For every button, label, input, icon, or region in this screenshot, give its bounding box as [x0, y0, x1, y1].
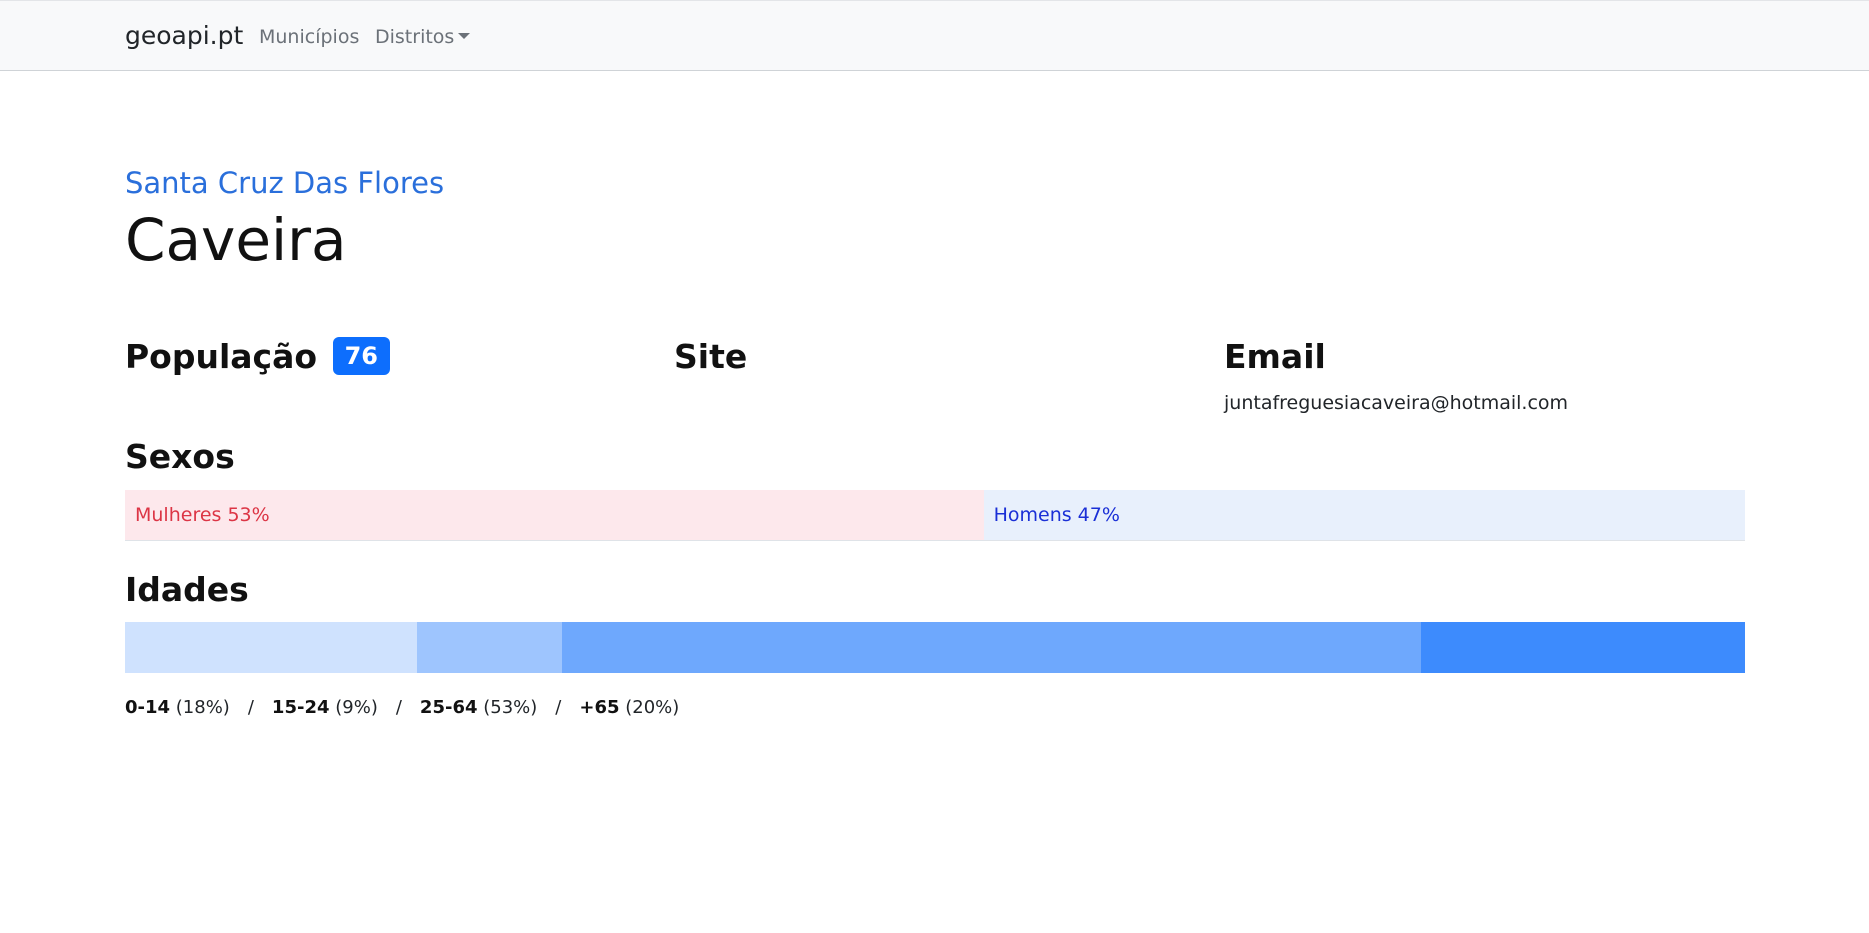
nav-municipios-link[interactable]: Municípios	[259, 26, 359, 49]
sexos-homens-segment: Homens 47%	[983, 490, 1745, 540]
idades-legend: 0-14 (18%) / 15-24 (9%) / 25-64 (53%) / +65 (2…	[125, 697, 679, 718]
legend-separator: /	[555, 697, 562, 718]
sexos-mulheres-label: Mulheres 53%	[135, 504, 270, 526]
legend-range-65-plus: +65	[579, 697, 620, 718]
email-heading: Email	[1224, 337, 1326, 376]
populacao-label: População	[125, 337, 318, 376]
brand-link[interactable]: geoapi.pt	[125, 21, 243, 51]
populacao-heading: População 76	[125, 336, 390, 378]
email-value[interactable]: juntafreguesiacaveira@hotmail.com	[1224, 392, 1568, 414]
idades-segment-15-24	[416, 622, 563, 673]
site-heading: Site	[674, 337, 748, 376]
nav-distritos-label: Distritos	[375, 26, 455, 48]
legend-pct-25-64: (53%)	[483, 697, 538, 718]
sexos-mulheres-segment: Mulheres 53%	[125, 490, 984, 540]
idades-segment-65-plus	[1420, 622, 1745, 673]
legend-pct-15-24: (9%)	[335, 697, 378, 718]
municipio-link[interactable]: Santa Cruz Das Flores	[125, 166, 444, 201]
idades-segment-25-64	[562, 622, 1421, 673]
idades-segment-0-14	[125, 622, 417, 673]
page-title: Caveira	[125, 206, 347, 274]
idades-heading: Idades	[125, 570, 249, 609]
legend-separator: /	[395, 697, 402, 718]
populacao-badge: 76	[332, 336, 390, 375]
sexos-homens-label: Homens 47%	[993, 504, 1120, 526]
legend-range-15-24: 15-24	[271, 697, 330, 718]
top-navbar: geoapi.pt Municípios Distritos	[0, 0, 1869, 71]
sexos-progress-bar: Mulheres 53% Homens 47%	[125, 490, 1745, 541]
idades-progress-bar	[125, 622, 1745, 673]
caret-down-icon	[458, 32, 471, 39]
legend-pct-0-14: (18%)	[175, 697, 230, 718]
legend-range-0-14: 0-14	[125, 697, 171, 718]
nav-distritos-dropdown[interactable]: Distritos	[375, 26, 471, 49]
sexos-heading: Sexos	[125, 437, 235, 476]
legend-range-25-64: 25-64	[419, 697, 478, 718]
legend-separator: /	[247, 697, 254, 718]
legend-pct-65-plus: (20%)	[625, 697, 680, 718]
